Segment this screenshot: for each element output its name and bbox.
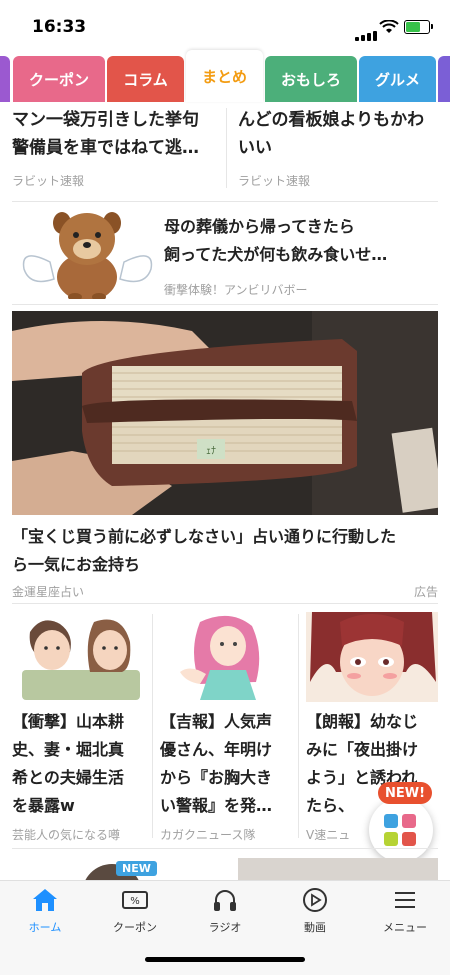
tile-pink: [402, 814, 416, 828]
wallet-band-text: ｪﾅ: [206, 445, 216, 457]
divider: [298, 614, 299, 838]
wifi-icon: [379, 20, 399, 33]
category-tabs: クーポン コラム まとめ おもしろ グルメ: [0, 50, 450, 102]
home-icon: [33, 889, 57, 911]
article-title-line: 史、妻・堀北真: [12, 740, 125, 759]
article-title-line: いい: [238, 138, 272, 158]
divider: [152, 614, 153, 838]
divider: [12, 603, 438, 604]
nav-label: ラジオ: [208, 921, 242, 934]
article-source: ラビット速報: [12, 174, 85, 188]
article-title-line: 【朗報】幼なじ: [306, 712, 419, 731]
signal-icon: [355, 22, 379, 41]
ad-article[interactable]: ｪﾅ 「宝くじ買う前に必ずしなさい」占い通りに行動した ら一気にお金持ち 金運星…: [12, 311, 438, 603]
floating-apps-button[interactable]: [369, 798, 433, 862]
divider: [12, 201, 438, 202]
nav-label: 動画: [304, 921, 326, 934]
status-bar: 16:33: [0, 0, 450, 50]
article-title-line: 【衝撃】山本耕: [12, 712, 125, 731]
article-source: カガクニュース隊: [160, 828, 256, 842]
tab-column[interactable]: コラム: [107, 56, 184, 102]
nav-label: クーポン: [113, 921, 157, 934]
article-dog[interactable]: 母の葬儀から帰ってきたら 飼ってた犬が何も飲み食いせ… 衝撃体験！アンビリバボー: [12, 205, 438, 301]
nav-radio[interactable]: ラジオ: [180, 887, 270, 935]
tile-blue: [384, 814, 398, 828]
article-title-line: い警報』を発…: [160, 796, 273, 815]
tab-coupon[interactable]: クーポン: [13, 56, 105, 102]
couple-illustration: [22, 619, 140, 700]
anime-girl-illustration: [180, 615, 260, 700]
new-badge: NEW!: [378, 782, 432, 804]
article-source: 芸能人の気になる噂: [12, 828, 121, 842]
tab-gourmet[interactable]: グルメ: [359, 56, 436, 102]
manga-girl-illustration: [306, 612, 438, 702]
article-source: ラビット速報: [238, 174, 311, 188]
divider: [12, 848, 438, 849]
tab-omoshiro[interactable]: おもしろ: [265, 56, 357, 102]
article-title-line: 優さん、年明け: [160, 740, 273, 759]
status-time: 16:33: [32, 17, 87, 37]
article-top-left[interactable]: マン一袋万引きした挙句 警備員を車ではねて逃… ラビット速報: [12, 106, 224, 194]
headphones-icon: [214, 890, 236, 911]
article-title-line: マン一袋万引きした挙句: [12, 110, 199, 130]
menu-icon: [395, 892, 415, 908]
nav-menu[interactable]: メニュー: [360, 887, 450, 935]
nav-video[interactable]: 動画: [270, 887, 360, 935]
divider: [226, 108, 227, 188]
divider: [12, 304, 438, 305]
article-title-line: 「宝くじ買う前に必ずしなさい」占い通りに行動した: [12, 527, 397, 546]
tile-red: [402, 832, 416, 846]
next-article-left[interactable]: NEW: [12, 858, 224, 894]
article-title-line: 警備員を車ではねて逃…: [12, 138, 199, 158]
article-title-line: 母の葬儀から帰ってきたら: [164, 217, 355, 236]
coupon-icon: %: [122, 891, 148, 909]
svg-text:%: %: [130, 896, 140, 907]
article-title-line: みに「夜出掛け: [306, 740, 419, 759]
article-title-line: ら一気にお金持ち: [12, 555, 141, 574]
nav-label: メニュー: [383, 921, 427, 934]
battery-icon: [404, 20, 433, 34]
ad-label: 広告: [413, 585, 438, 599]
article-title-line: 飼ってた犬が何も飲み食いせ…: [164, 245, 388, 264]
article-title-line: を暴露w: [12, 796, 75, 815]
grid-article-1[interactable]: 【衝撃】山本耕 史、妻・堀北真 希との夫婦生活 を暴露w 芸能人の気になる噂: [12, 612, 147, 842]
article-title-line: 希との夫婦生活: [12, 768, 124, 787]
nav-coupon[interactable]: % クーポン: [90, 887, 180, 935]
article-source: 衝撃体験！アンビリバボー: [164, 283, 308, 297]
play-icon: [303, 888, 327, 912]
article-top-right[interactable]: んどの看板娘よりもかわ いい ラビット速報: [238, 106, 443, 194]
article-title-line: んどの看板娘よりもかわ: [238, 110, 425, 130]
dog-angel-illustration: [22, 212, 153, 299]
tab-matome[interactable]: まとめ: [186, 50, 263, 102]
article-title-line: から『お胸大き: [160, 768, 273, 787]
tab-partial-left[interactable]: [0, 56, 10, 102]
next-article-right[interactable]: [238, 858, 438, 880]
nav-home[interactable]: ホーム: [0, 887, 90, 935]
home-indicator: [145, 957, 305, 962]
article-source: 金運星座占い: [12, 585, 85, 599]
grid-article-2[interactable]: 【吉報】人気声 優さん、年明け から『お胸大き い警報』を発… カガクニュース隊: [160, 612, 292, 842]
new-label: NEW: [116, 861, 157, 876]
nav-label: ホーム: [28, 921, 62, 934]
wallet-photo: ｪﾅ: [12, 311, 438, 515]
tile-green: [384, 832, 398, 846]
article-title-line: 【吉報】人気声: [160, 712, 273, 731]
tab-partial-right[interactable]: [438, 56, 450, 102]
